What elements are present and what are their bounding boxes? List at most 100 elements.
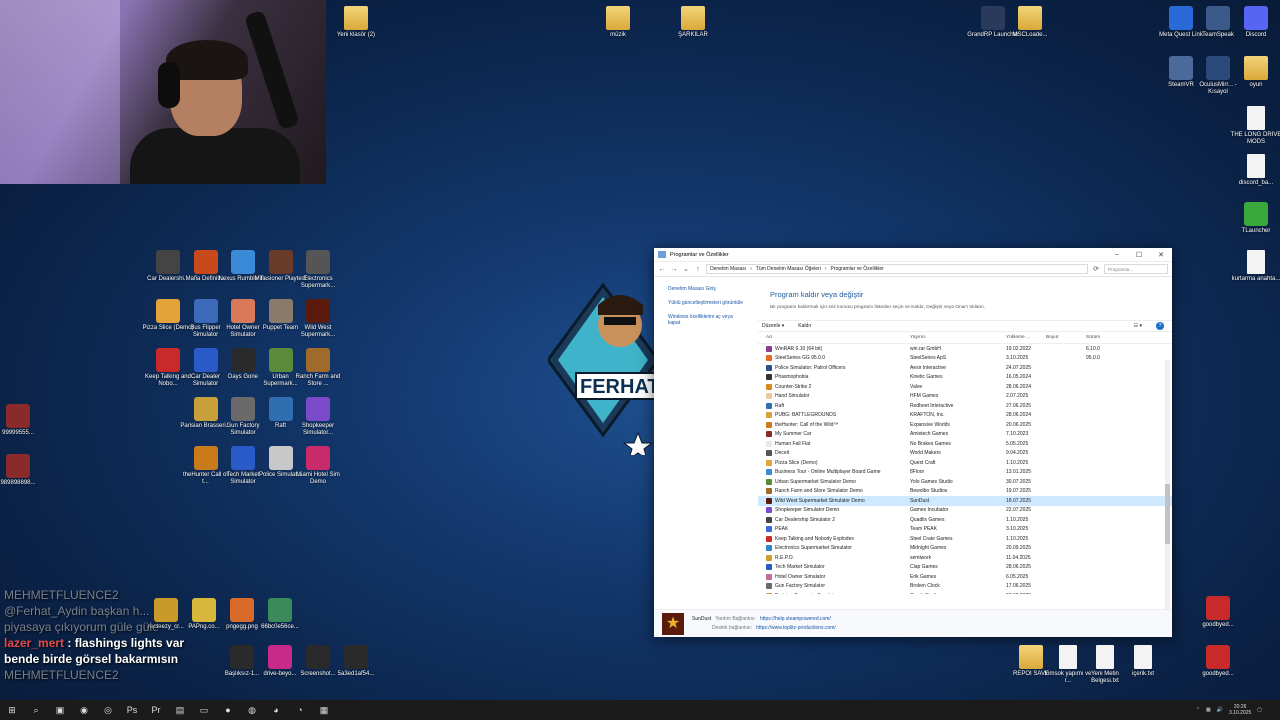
program-row[interactable]: Ranch Farm and Store Simulator Demo Bewol…	[758, 487, 1172, 497]
program-row[interactable]: Tech Market Simulator Clap Games 28.06.202…	[758, 563, 1172, 573]
breadcrumb-item[interactable]: Programlar ve Özellikler	[831, 266, 884, 272]
desktop-icon[interactable]: goodbyed...	[1192, 645, 1244, 678]
support-link[interactable]: https://www.toplitz-productions.com/	[756, 625, 836, 631]
program-row[interactable]: Deceit World Makers 9.04.2025	[758, 449, 1172, 459]
window-titlebar[interactable]: Programlar ve Özellikler – ☐ ✕	[654, 248, 1172, 262]
desktop-icon[interactable]: 989898898...	[0, 454, 44, 487]
breadcrumb-item[interactable]: Denetim Masası	[710, 266, 746, 272]
up-icon[interactable]: ↑	[694, 266, 702, 273]
program-row[interactable]: Raft Redbeet Interactive 27.06.2025	[758, 401, 1172, 411]
desktop-icon[interactable]: MSCLoade...	[1004, 6, 1056, 39]
chrome2-icon[interactable]: ◔	[288, 705, 312, 716]
program-row[interactable]: PEAK Team PEAK 3.10.2025	[758, 525, 1172, 535]
column-installed[interactable]: Yükleme ...	[1006, 335, 1046, 340]
program-row[interactable]: WinRAR 6.10 (64 bit) win.rar GmbH 19.02.20…	[758, 344, 1172, 354]
scrollbar[interactable]	[1165, 360, 1170, 610]
program-row[interactable]: Hotel Owner Simulator Erik Games 6.05.2025	[758, 572, 1172, 582]
game-shortcut[interactable]: Wild West Supermark...	[292, 299, 344, 339]
program-row[interactable]: theHunter: Call of the Wild™ Expansive Wo…	[758, 420, 1172, 430]
explorer-icon[interactable]: ▤	[168, 705, 192, 716]
game-shortcut[interactable]: Miami Hotel Sim Demo	[292, 446, 344, 486]
program-row[interactable]: Gun Factory Simulator Broken Clock 17.06.2…	[758, 582, 1172, 592]
desktop-icon[interactable]: 99999555...	[0, 404, 44, 437]
network-icon[interactable]: ▦	[1206, 707, 1211, 713]
program-row[interactable]: Human Fall Flat No Brakes Games 5.05.2025	[758, 439, 1172, 449]
program-row[interactable]: Pizza Slice (Demo) Quest Craft 1.10.2025	[758, 458, 1172, 468]
program-row[interactable]: My Summer Car Amistech Games 7.10.2023	[758, 430, 1172, 440]
control-panel-icon[interactable]: ▦	[312, 705, 336, 716]
folder-icon[interactable]: ▭	[192, 705, 216, 716]
program-row[interactable]: Business Tour - Online Multiplayer Board…	[758, 468, 1172, 478]
steam-icon[interactable]: ◎	[96, 705, 120, 716]
desktop-icon[interactable]: discord_ba...	[1230, 154, 1280, 187]
program-row[interactable]: R.E.P.O. semiwork 11.04.2025	[758, 553, 1172, 563]
notification-icon[interactable]: ▢	[1257, 707, 1262, 713]
chrome-icon[interactable]: ◕	[264, 705, 288, 716]
column-size[interactable]: Boyut	[1046, 335, 1086, 340]
side-link-updates[interactable]: Yüklü güncelleştirmeleri görüntüle	[668, 300, 744, 306]
program-row[interactable]: Urban Supermarket Simulator Demo Yolo Gam…	[758, 477, 1172, 487]
program-row[interactable]: Parisian Brasserie SimulatorQuark Studio…	[758, 591, 1172, 594]
game-shortcut[interactable]: Shopkeeper Simulator...	[292, 397, 344, 437]
program-publisher: Quadlix Games	[910, 516, 945, 523]
premiere-icon[interactable]: Pr	[144, 705, 168, 716]
desktop-icon[interactable]: TLauncher	[1230, 202, 1280, 235]
back-icon[interactable]: ←	[658, 266, 666, 273]
column-version[interactable]: Sürüm	[1086, 335, 1126, 340]
maximize-button[interactable]: ☐	[1128, 251, 1150, 259]
app-icon	[306, 348, 330, 372]
refresh-icon[interactable]: ⟳	[1092, 265, 1100, 273]
column-publisher[interactable]: Yayıncı	[910, 335, 1006, 340]
edge-icon[interactable]: ◉	[72, 705, 96, 716]
desktop-icon[interactable]: THE LONG DRIVE MODS	[1230, 106, 1280, 146]
app-icon	[306, 446, 330, 470]
program-row[interactable]: Phasmophobia Kinetic Games 16.05.2024	[758, 373, 1172, 383]
volume-icon[interactable]: 🔊	[1217, 707, 1223, 713]
recent-icon[interactable]: ⌄	[682, 265, 690, 273]
breadcrumb[interactable]: Denetim Masası › Tüm Denetim Masası Öğele…	[706, 264, 1088, 274]
chevron-up-icon[interactable]: ⌃	[1196, 707, 1200, 713]
side-link-features[interactable]: Windows özelliklerini aç veya kapat	[668, 314, 744, 326]
minimize-button[interactable]: –	[1106, 251, 1128, 258]
breadcrumb-item[interactable]: Tüm Denetim Masası Öğeleri	[756, 266, 821, 272]
help-icon[interactable]: ?	[1156, 322, 1164, 330]
forward-icon[interactable]: →	[670, 266, 678, 273]
desktop-icon[interactable]: müzik	[592, 6, 644, 39]
program-row[interactable]: Wild West Supermarket Simulator Demo SunD…	[758, 496, 1172, 506]
view-icon[interactable]: ☷ ▾	[1134, 323, 1142, 329]
desktop-icon[interactable]: goodbyed...	[1192, 596, 1244, 629]
steam2-icon[interactable]: ◍	[240, 705, 264, 716]
program-row[interactable]: Police Simulator: Patrol Officers Aesir I…	[758, 363, 1172, 373]
program-icon	[766, 554, 772, 561]
desktop-icon[interactable]: ŞARKILAR	[667, 6, 719, 39]
desktop-icon[interactable]: oyun	[1230, 56, 1280, 89]
game-shortcut[interactable]: Ranch Farm and Store ...	[292, 348, 344, 388]
help-link[interactable]: https://help.steampowered.com/	[760, 616, 831, 622]
program-row[interactable]: Shopkeeper Simulator Demo Games Incubator…	[758, 506, 1172, 516]
clock[interactable]: 20:26 3.10.2025	[1229, 704, 1251, 716]
search-icon[interactable]: ⌕	[24, 705, 48, 716]
side-link-home[interactable]: Denetim Masası Giriş	[668, 286, 744, 292]
windows-icon[interactable]: ⊞	[0, 705, 24, 716]
desktop-icon[interactable]: kurtarma anahta...	[1230, 250, 1280, 283]
search-input[interactable]: Programla...	[1104, 264, 1168, 274]
program-row[interactable]: Electronics Supermarket Simulator Midnigh…	[758, 544, 1172, 554]
program-row[interactable]: PUBG: BATTLEGROUNDS KRAFTON, Inc. 28.06.20…	[758, 411, 1172, 421]
program-row[interactable]: Car Dealership Simulator 2 Quadlix Games 1…	[758, 515, 1172, 525]
program-row[interactable]: Counter-Strike 2 Valve 28.06.2024	[758, 382, 1172, 392]
programs-features-window[interactable]: Programlar ve Özellikler – ☐ ✕ ← → ⌄ ↑ D…	[654, 248, 1172, 637]
program-row[interactable]: Keep Talking and Nobody Explodes Steel Cr…	[758, 534, 1172, 544]
desktop-icon[interactable]: içerik.txt	[1117, 645, 1169, 678]
program-row[interactable]: SteelSeries GG 95.0.0 SteelSeries ApS 3.10…	[758, 354, 1172, 364]
organize-button[interactable]: Düzenle ▾	[762, 323, 784, 329]
game-shortcut[interactable]: Electronics Supermark...	[292, 250, 344, 290]
uninstall-button[interactable]: Kaldır	[798, 323, 811, 329]
photoshop-icon[interactable]: Ps	[120, 705, 144, 716]
column-name[interactable]: Ad	[758, 335, 910, 340]
desktop-icon[interactable]: Discord	[1230, 6, 1280, 39]
desktop-icon[interactable]: Yeni klasör (2)	[330, 6, 382, 39]
taskview-icon[interactable]: ▣	[48, 705, 72, 716]
close-button[interactable]: ✕	[1150, 251, 1172, 259]
obs-icon[interactable]: ●	[216, 705, 240, 716]
program-row[interactable]: Hand Simulator HFM Games 2.07.2025	[758, 392, 1172, 402]
